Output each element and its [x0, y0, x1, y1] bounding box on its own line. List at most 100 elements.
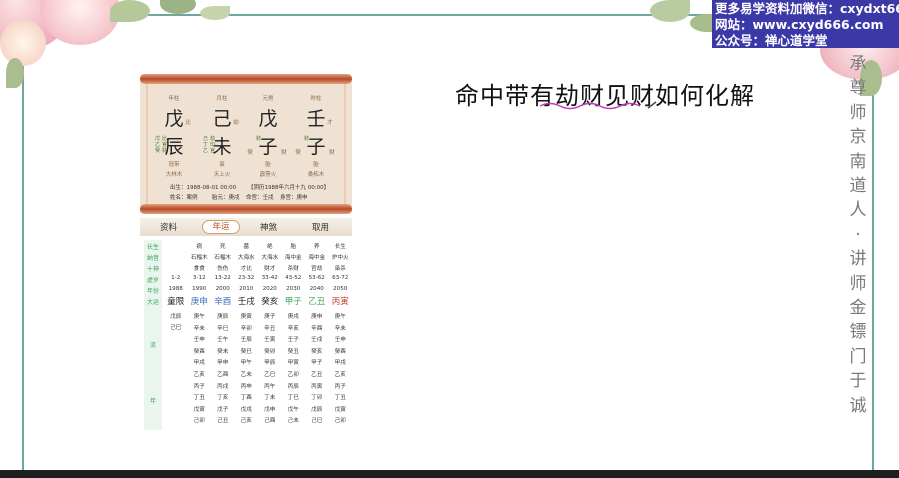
flow-year-cell: 戊子	[217, 406, 229, 413]
name-line-item: 命宫：壬戌	[246, 195, 274, 201]
row-label-changsheng: 长生	[146, 244, 159, 251]
vertical-credit-text: 承尊师京南道人 · 讲师金镖门于诚	[846, 52, 870, 418]
vertical-char: 于	[849, 371, 867, 392]
life-stage: 衰	[219, 162, 225, 168]
nayin: 天上火	[213, 172, 231, 178]
vertical-char: 南	[849, 151, 867, 172]
flow-year-cell: 乙卯	[287, 372, 299, 378]
pillar-header: 月柱	[216, 96, 228, 102]
flow-year-cell: 戊寅	[193, 406, 205, 413]
grid-cell-dayun: 癸亥	[261, 297, 279, 307]
tab-bar: 资料 年运 神煞 取用	[140, 218, 352, 236]
grid-cell-year: 2030	[286, 286, 301, 292]
flow-year-cell: 壬辰	[240, 337, 252, 344]
flow-year-cell: 癸酉	[193, 348, 205, 355]
row-label-flow: 流	[149, 342, 156, 349]
flow-year-cell: 甲寅	[287, 360, 299, 367]
pillar-stem: 戊	[164, 108, 184, 130]
grid-cell-dayun: 庚申	[190, 297, 208, 307]
watermark-banner: 更多易学资料加微信：cxydxt66 网站：www.cxyd666.com 公众…	[712, 0, 899, 48]
grid-cell-nayin: 石榴木	[190, 255, 208, 261]
chart-scroll: 年柱戊比辰戊乙癸 比官财 冠带 大林木 月柱己劫未己丁乙 劫印官衰天上火 元男戊子财癸财胎霹…	[140, 74, 352, 214]
nayin: 霹雳火	[259, 172, 277, 178]
flow-year-cell: 戊辰	[311, 406, 323, 413]
tab-shensha[interactable]: 神煞	[260, 221, 277, 233]
flow-year-cell: 丁亥	[217, 395, 229, 402]
grid-cell-nayin: 海中金	[284, 255, 302, 261]
flow-year-cell: 癸巳	[240, 348, 252, 355]
scroll-rod-top	[140, 74, 352, 84]
flow-year-cell: 戊戌	[240, 406, 252, 413]
vertical-char: 镖	[849, 322, 867, 343]
grid-cell-changsheng: 胎	[290, 244, 297, 250]
flow-year-cell: 庚辰	[217, 314, 229, 320]
flow-year-cell: 庚午	[193, 314, 205, 320]
tab-quyong[interactable]: 取用	[312, 221, 329, 233]
grid-cell-changsheng: 死	[219, 244, 226, 250]
life-stage: 胎	[313, 162, 319, 168]
row-label-nayin: 纳音	[146, 255, 159, 262]
flow-year-cell: 丁酉	[240, 395, 252, 402]
flow-year-cell: 丁卯	[311, 395, 323, 402]
flow-year-cell: 癸亥	[311, 348, 323, 355]
flow-year-cell: 庚子	[264, 314, 276, 320]
row-label-dayun: 大运	[146, 299, 159, 306]
pillar-stem: 己	[212, 108, 232, 130]
flow-year-cell: 丙子	[193, 383, 205, 390]
flow-year-cell: 己酉	[264, 418, 276, 425]
vertical-char: ·	[855, 224, 861, 245]
grid-cell-changsheng: 养	[313, 244, 320, 250]
flow-year-cell: 甲辰	[264, 360, 276, 367]
vertical-char: 道	[849, 176, 867, 197]
flow-year-cell: 辛卯	[240, 325, 252, 332]
flow-year-cell: 辛巳	[217, 325, 229, 332]
flow-year-cell: 壬子	[287, 337, 299, 344]
flow-year-cell: 壬午	[217, 337, 229, 344]
grid-cell-nayin: 炉中火	[331, 255, 349, 261]
scroll-rod-bottom	[140, 204, 352, 214]
flow-year-cell: 辛亥	[287, 325, 299, 332]
flow-year-cell: 壬申	[193, 337, 205, 344]
grid-cell-year: 1990	[192, 286, 207, 292]
flow-year-cell: 辛丑	[264, 325, 276, 332]
row-label-xusui: 虚岁	[146, 277, 159, 284]
lunar-date: 【阴历1988年六月十九 00:00】	[248, 185, 330, 191]
pillar-stem: 壬	[306, 108, 326, 130]
grid-cell-year: 2010	[239, 286, 254, 292]
branch-tag: 癸	[295, 150, 301, 156]
flow-year-cell: 己卯	[334, 418, 346, 425]
name-line-item: 胎元：庚戌	[212, 195, 240, 201]
flow-year-cell: 癸未	[217, 348, 229, 355]
grid-cell-changsheng: 长生	[334, 244, 346, 250]
grid-cell-changsheng: 墓	[243, 244, 250, 250]
tab-year-luck[interactable]: 年运	[202, 220, 240, 234]
flow-year-cell: 丙申	[240, 383, 252, 390]
grid-cell-dayun: 乙丑	[308, 297, 326, 307]
flow-year-cell: 乙未	[240, 372, 252, 378]
grid-cell-year: 2040	[309, 286, 324, 292]
flow-year-cell: 辛酉	[311, 325, 323, 332]
grid-cell-xusui: 13-22	[214, 275, 231, 281]
flow-year-cell: 壬戌	[311, 337, 323, 344]
branch-hidden-gods: 财	[255, 136, 261, 142]
flow-year-cell: 己未	[287, 418, 299, 425]
grid-cell-shishen: 才比	[240, 266, 252, 272]
flow-year-cell: 癸丑	[287, 348, 299, 355]
grid-cell-xusui: 23-32	[238, 275, 255, 281]
grid-cell-year: 2050	[333, 286, 348, 292]
flow-year-cell: 甲申	[217, 360, 229, 367]
grid-cell-dayun: 辛酉	[214, 297, 232, 307]
flow-year-cell: 癸酉	[334, 348, 346, 355]
flow-year-cell: 丁丑	[334, 395, 346, 402]
grid-cell-xusui: 63-72	[332, 275, 349, 281]
vertical-char: 承	[849, 54, 867, 74]
tab-info[interactable]: 资料	[160, 221, 177, 233]
flow-year-cell: 乙酉	[217, 372, 229, 378]
nayin: 大林木	[165, 172, 183, 178]
grid-cell-shishen: 财才	[264, 266, 276, 272]
name-line-item: 姓名：案例	[170, 195, 198, 201]
grid-cell-shishen: 官劫	[311, 266, 323, 272]
grid-cell-changsheng: 病	[196, 244, 203, 250]
birth-date: 出生：1988-08-01 00:00	[170, 185, 237, 191]
vertical-char: 门	[849, 346, 867, 367]
